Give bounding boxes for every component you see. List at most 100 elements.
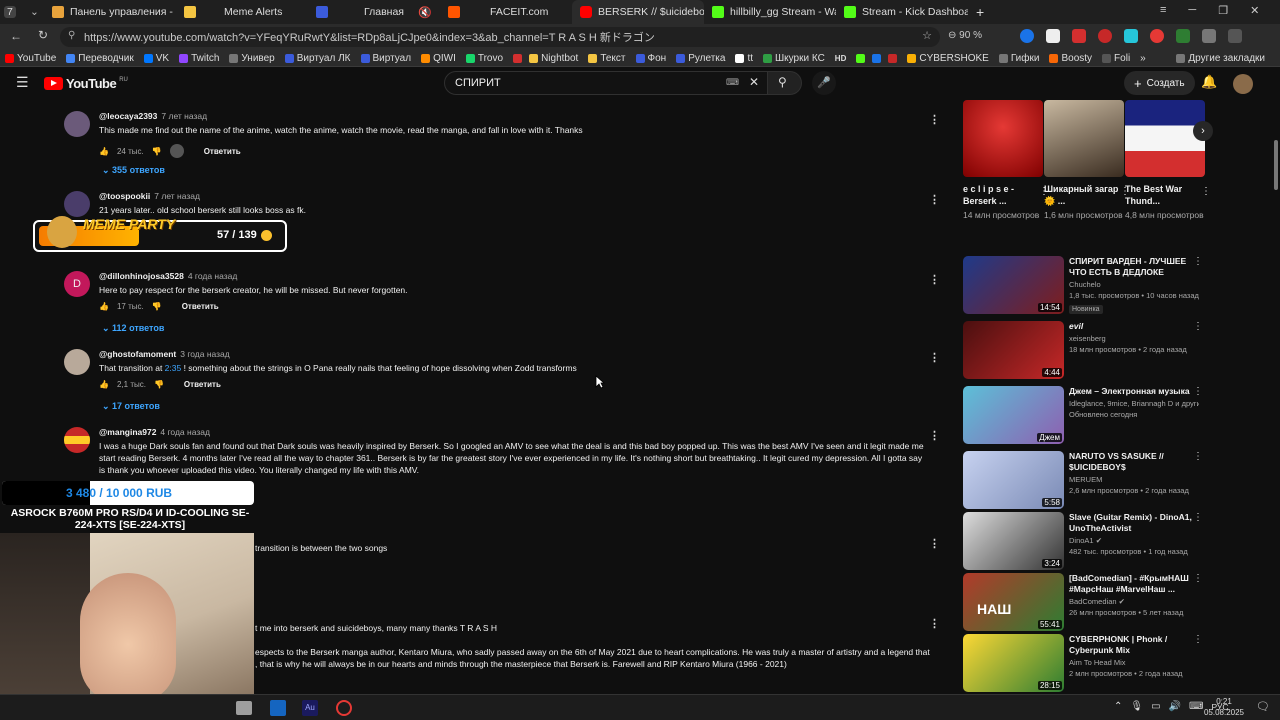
- bookmark-misc-icons[interactable]: [851, 53, 902, 63]
- extension-1-icon[interactable]: [1020, 29, 1034, 43]
- channel-name[interactable]: DinoA1 ✔: [1069, 536, 1102, 545]
- short-1[interactable]: e c l i p s e - Berserk ... 14 млн просм…: [963, 100, 1049, 221]
- reload-icon[interactable]: ↻: [38, 28, 48, 42]
- voice-search-icon[interactable]: 🎤: [812, 71, 836, 95]
- recommendation-5[interactable]: 3:24 Slave (Guitar Remix) - DinoA1, UnoT…: [963, 512, 1203, 570]
- close-window-icon[interactable]: ✕: [1250, 4, 1259, 17]
- scrollbar[interactable]: [1272, 100, 1280, 694]
- tab-meme-alerts[interactable]: Meme Alerts: [176, 0, 308, 24]
- bookmark-translator[interactable]: Переводчик: [61, 53, 138, 64]
- extension-2-icon[interactable]: [1046, 29, 1060, 43]
- notification-center-icon[interactable]: 🗨: [1256, 700, 1270, 713]
- avatar[interactable]: [1233, 74, 1253, 94]
- video-menu-icon[interactable]: ⋮: [1193, 512, 1203, 523]
- short-title[interactable]: e c l i p s e - Berserk ...: [963, 183, 1043, 207]
- channel-name[interactable]: BadComedian ✔: [1069, 597, 1125, 606]
- video-menu-icon[interactable]: ⋮: [1193, 256, 1203, 267]
- video-title[interactable]: [BadComedian] - #КрымНАШ #МарсНаш #Marve…: [1069, 573, 1193, 595]
- comment-time[interactable]: 7 лет назад: [154, 191, 200, 201]
- extension-6-icon[interactable]: [1150, 29, 1164, 43]
- youtube-logo[interactable]: YouTube RU: [44, 76, 128, 91]
- view-replies-button[interactable]: ⌄ 17 ответов: [102, 401, 160, 412]
- tab-kick-dashboard[interactable]: Stream - Kick Dashboard: [836, 0, 968, 24]
- comment-time[interactable]: 4 года назад: [160, 427, 210, 437]
- comment-menu-icon[interactable]: ⋮: [929, 273, 940, 286]
- view-replies-button[interactable]: ⌄ 112 ответов: [102, 323, 164, 334]
- extension-8-icon[interactable]: [1202, 29, 1216, 43]
- bookmark-cybershoke[interactable]: CYBERSHOKE: [902, 53, 993, 64]
- like-icon[interactable]: 👍: [99, 380, 109, 389]
- bookmark-boosty[interactable]: Boosty: [1044, 53, 1097, 64]
- video-thumbnail[interactable]: 28:15: [963, 634, 1064, 692]
- microphone-icon[interactable]: 🎙: [1130, 701, 1143, 712]
- bookmark-roulette[interactable]: Рулетка: [671, 53, 730, 64]
- author-name[interactable]: @leocaya2393: [99, 111, 157, 121]
- keyboard-icon[interactable]: ⌨: [726, 77, 739, 88]
- maximize-icon[interactable]: ❐: [1218, 4, 1228, 17]
- commenter-avatar[interactable]: [64, 191, 90, 217]
- comment-menu-icon[interactable]: ⋮: [929, 351, 940, 364]
- commenter-avatar[interactable]: D: [64, 271, 90, 297]
- bookmark-gifs[interactable]: Гифки: [994, 53, 1045, 64]
- clear-search-icon[interactable]: ✕: [749, 75, 759, 89]
- commenter-avatar[interactable]: [64, 427, 90, 453]
- reply-button[interactable]: Ответить: [182, 302, 219, 311]
- network-icon[interactable]: ▭: [1151, 701, 1160, 712]
- channel-name[interactable]: xeisenberg: [1069, 334, 1106, 343]
- video-menu-icon[interactable]: ⋮: [1193, 573, 1203, 584]
- short-3[interactable]: The Best War Thund... 4,8 млн просмотров…: [1125, 100, 1211, 221]
- like-icon[interactable]: 👍: [99, 302, 109, 311]
- taskbar-app-icon[interactable]: [236, 701, 252, 715]
- video-thumbnail[interactable]: Джем: [963, 386, 1064, 444]
- tab-search-icon[interactable]: ≡: [1160, 4, 1166, 17]
- view-replies-button[interactable]: ⌄ 355 ответов: [102, 165, 165, 176]
- reply-button[interactable]: Ответить: [184, 380, 221, 389]
- bookmark-twitch[interactable]: Twitch: [174, 53, 224, 64]
- author-name[interactable]: @ghostofamoment: [99, 349, 176, 359]
- comment-time[interactable]: 4 года назад: [188, 271, 238, 281]
- bookmark-qiwi[interactable]: QIWI: [416, 53, 461, 64]
- search-input[interactable]: СПИРИТ ⌨ ✕: [444, 71, 768, 95]
- video-thumbnail[interactable]: 4:44: [963, 321, 1064, 379]
- bookmark-vk[interactable]: VK: [139, 53, 174, 64]
- tray-expand-icon[interactable]: ⌃: [1114, 701, 1122, 712]
- tab-counter[interactable]: 7: [0, 0, 22, 24]
- video-menu-icon[interactable]: ⋮: [1193, 451, 1203, 462]
- comment-author[interactable]: @ghostofamoment 3 года назад: [99, 349, 230, 359]
- extension-9-icon[interactable]: [1228, 29, 1242, 43]
- bookmark-tt[interactable]: tt: [730, 53, 758, 64]
- extension-3-icon[interactable]: [1072, 29, 1086, 43]
- tab-dropdown[interactable]: ⌄: [22, 0, 44, 24]
- video-title[interactable]: evil: [1069, 321, 1193, 332]
- comment-author[interactable]: @dillonhinojosa3528 4 года назад: [99, 271, 237, 281]
- menu-icon[interactable]: ☰: [16, 74, 29, 91]
- extension-5-icon[interactable]: [1124, 29, 1138, 43]
- comment-menu-icon[interactable]: ⋮: [929, 113, 940, 126]
- video-menu-icon[interactable]: ⋮: [1193, 634, 1203, 645]
- recommendation-4[interactable]: 5:58 NARUTO VS SASUKE // $UICIDEBOY$ MER…: [963, 451, 1203, 509]
- bookmark-foli[interactable]: Foli: [1097, 53, 1135, 64]
- commenter-avatar[interactable]: [64, 111, 90, 137]
- channel-name[interactable]: Idleglance, 9mice, Briannagh D и другие …: [1069, 399, 1199, 408]
- video-title[interactable]: NARUTO VS SASUKE // $UICIDEBOY$: [1069, 451, 1193, 473]
- audition-icon[interactable]: Au: [302, 700, 318, 716]
- create-button[interactable]: + Создать: [1124, 71, 1195, 95]
- site-info-icon[interactable]: ⚲: [68, 30, 75, 41]
- short-thumbnail[interactable]: [1125, 100, 1205, 177]
- comment-time[interactable]: 7 лет назад: [161, 111, 207, 121]
- recommendation-6[interactable]: НАШ 55:41 [BadComedian] - #КрымНАШ #Марс…: [963, 573, 1203, 631]
- bookmark-trovo[interactable]: Trovo: [461, 53, 508, 64]
- bookmark-univer[interactable]: Универ: [224, 53, 279, 64]
- search-button[interactable]: ⚲: [768, 71, 802, 95]
- notifications-icon[interactable]: 🔔: [1201, 74, 1217, 90]
- taskbar-app-icon[interactable]: [336, 700, 352, 716]
- commenter-avatar[interactable]: [64, 349, 90, 375]
- comment-menu-icon[interactable]: ⋮: [929, 537, 940, 550]
- bookmark-youtube[interactable]: YouTube: [0, 53, 61, 64]
- dislike-icon[interactable]: 👎: [152, 302, 162, 311]
- tab-faceit[interactable]: FACEIT.com: [440, 0, 572, 24]
- dislike-icon[interactable]: 👎: [154, 380, 164, 389]
- video-title[interactable]: Джем – Электронная музыка: [1069, 386, 1193, 397]
- comment-menu-icon[interactable]: ⋮: [929, 429, 940, 442]
- shorts-next-icon[interactable]: ›: [1193, 121, 1213, 141]
